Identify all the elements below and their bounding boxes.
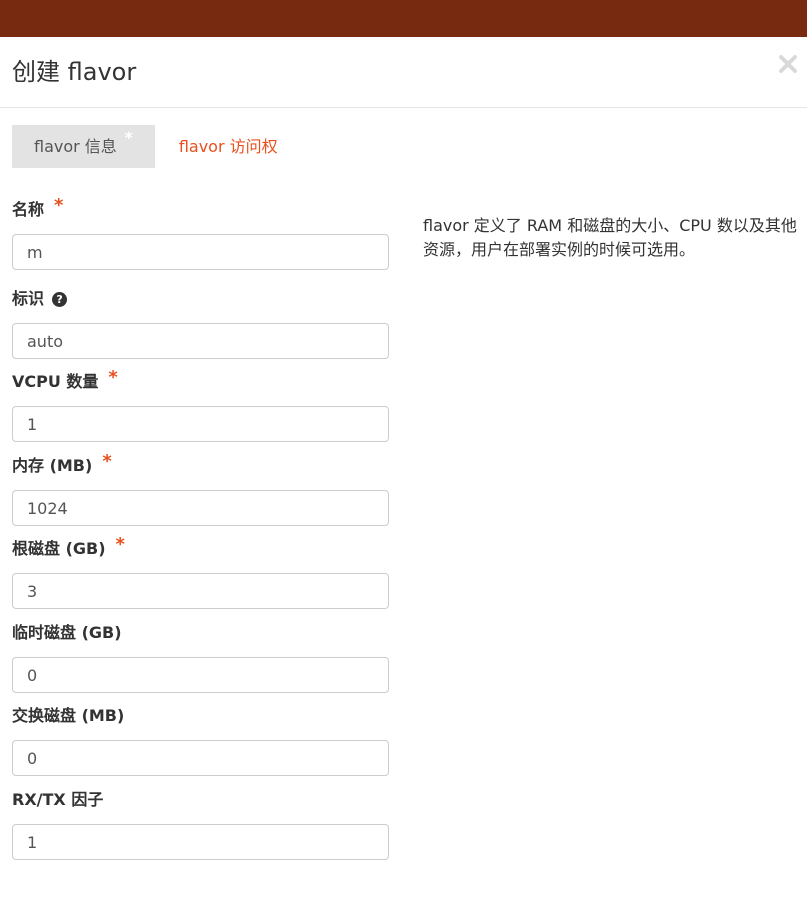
workflow-tabs: flavor 信息 * flavor 访问权 — [12, 125, 300, 168]
label-text: 名称 — [12, 200, 45, 219]
label-text: 临时磁盘 (GB) — [12, 623, 122, 642]
ephemeral-disk-input[interactable] — [12, 657, 389, 693]
modal-title: 创建 flavor — [12, 58, 137, 86]
top-navigation-bar — [0, 0, 807, 37]
id-input[interactable] — [12, 323, 389, 359]
help-description: flavor 定义了 RAM 和磁盘的大小、CPU 数以及其他资源，用户在部署实… — [423, 216, 797, 259]
tab-flavor-info[interactable]: flavor 信息 * — [12, 125, 155, 168]
field-label: 内存 (MB) * — [12, 451, 389, 478]
required-star: * — [108, 367, 118, 388]
field-id: 标识? — [12, 287, 389, 359]
field-ram: 内存 (MB) * — [12, 451, 389, 526]
root-disk-input[interactable] — [12, 573, 389, 609]
modal-header: 创建 flavor — [0, 37, 807, 108]
rxtx-factor-input[interactable] — [12, 824, 389, 860]
name-input[interactable] — [12, 234, 389, 270]
tab-required-star: * — [124, 128, 133, 147]
vcpus-input[interactable] — [12, 406, 389, 442]
close-icon — [779, 55, 797, 73]
field-root-disk: 根磁盘 (GB) * — [12, 534, 389, 609]
field-label: 名称 * — [12, 195, 389, 222]
field-label: VCPU 数量 * — [12, 367, 389, 394]
label-text: 交换磁盘 (MB) — [12, 706, 125, 725]
required-star: * — [54, 195, 64, 216]
field-ephemeral-disk: 临时磁盘 (GB) — [12, 621, 389, 693]
label-text: 标识 — [12, 289, 45, 308]
label-text: RX/TX 因子 — [12, 790, 104, 809]
field-label: 标识? — [12, 287, 389, 311]
field-label: 交换磁盘 (MB) — [12, 704, 389, 728]
field-label: RX/TX 因子 — [12, 788, 389, 812]
field-rxtx-factor: RX/TX 因子 — [12, 788, 389, 860]
tab-flavor-access[interactable]: flavor 访问权 — [155, 125, 300, 168]
field-vcpus: VCPU 数量 * — [12, 367, 389, 442]
label-text: VCPU 数量 — [12, 372, 99, 391]
swap-disk-input[interactable] — [12, 740, 389, 776]
ram-input[interactable] — [12, 490, 389, 526]
field-label: 根磁盘 (GB) * — [12, 534, 389, 561]
label-text: 根磁盘 (GB) — [12, 539, 106, 558]
field-swap-disk: 交换磁盘 (MB) — [12, 704, 389, 776]
question-circle-icon[interactable]: ? — [52, 292, 68, 307]
tab-label: flavor 信息 — [34, 137, 117, 156]
required-star: * — [115, 534, 125, 555]
label-text: 内存 (MB) — [12, 456, 93, 475]
field-label: 临时磁盘 (GB) — [12, 621, 389, 645]
required-star: * — [102, 451, 112, 472]
close-button[interactable] — [777, 53, 799, 75]
field-name: 名称 * — [12, 195, 389, 270]
